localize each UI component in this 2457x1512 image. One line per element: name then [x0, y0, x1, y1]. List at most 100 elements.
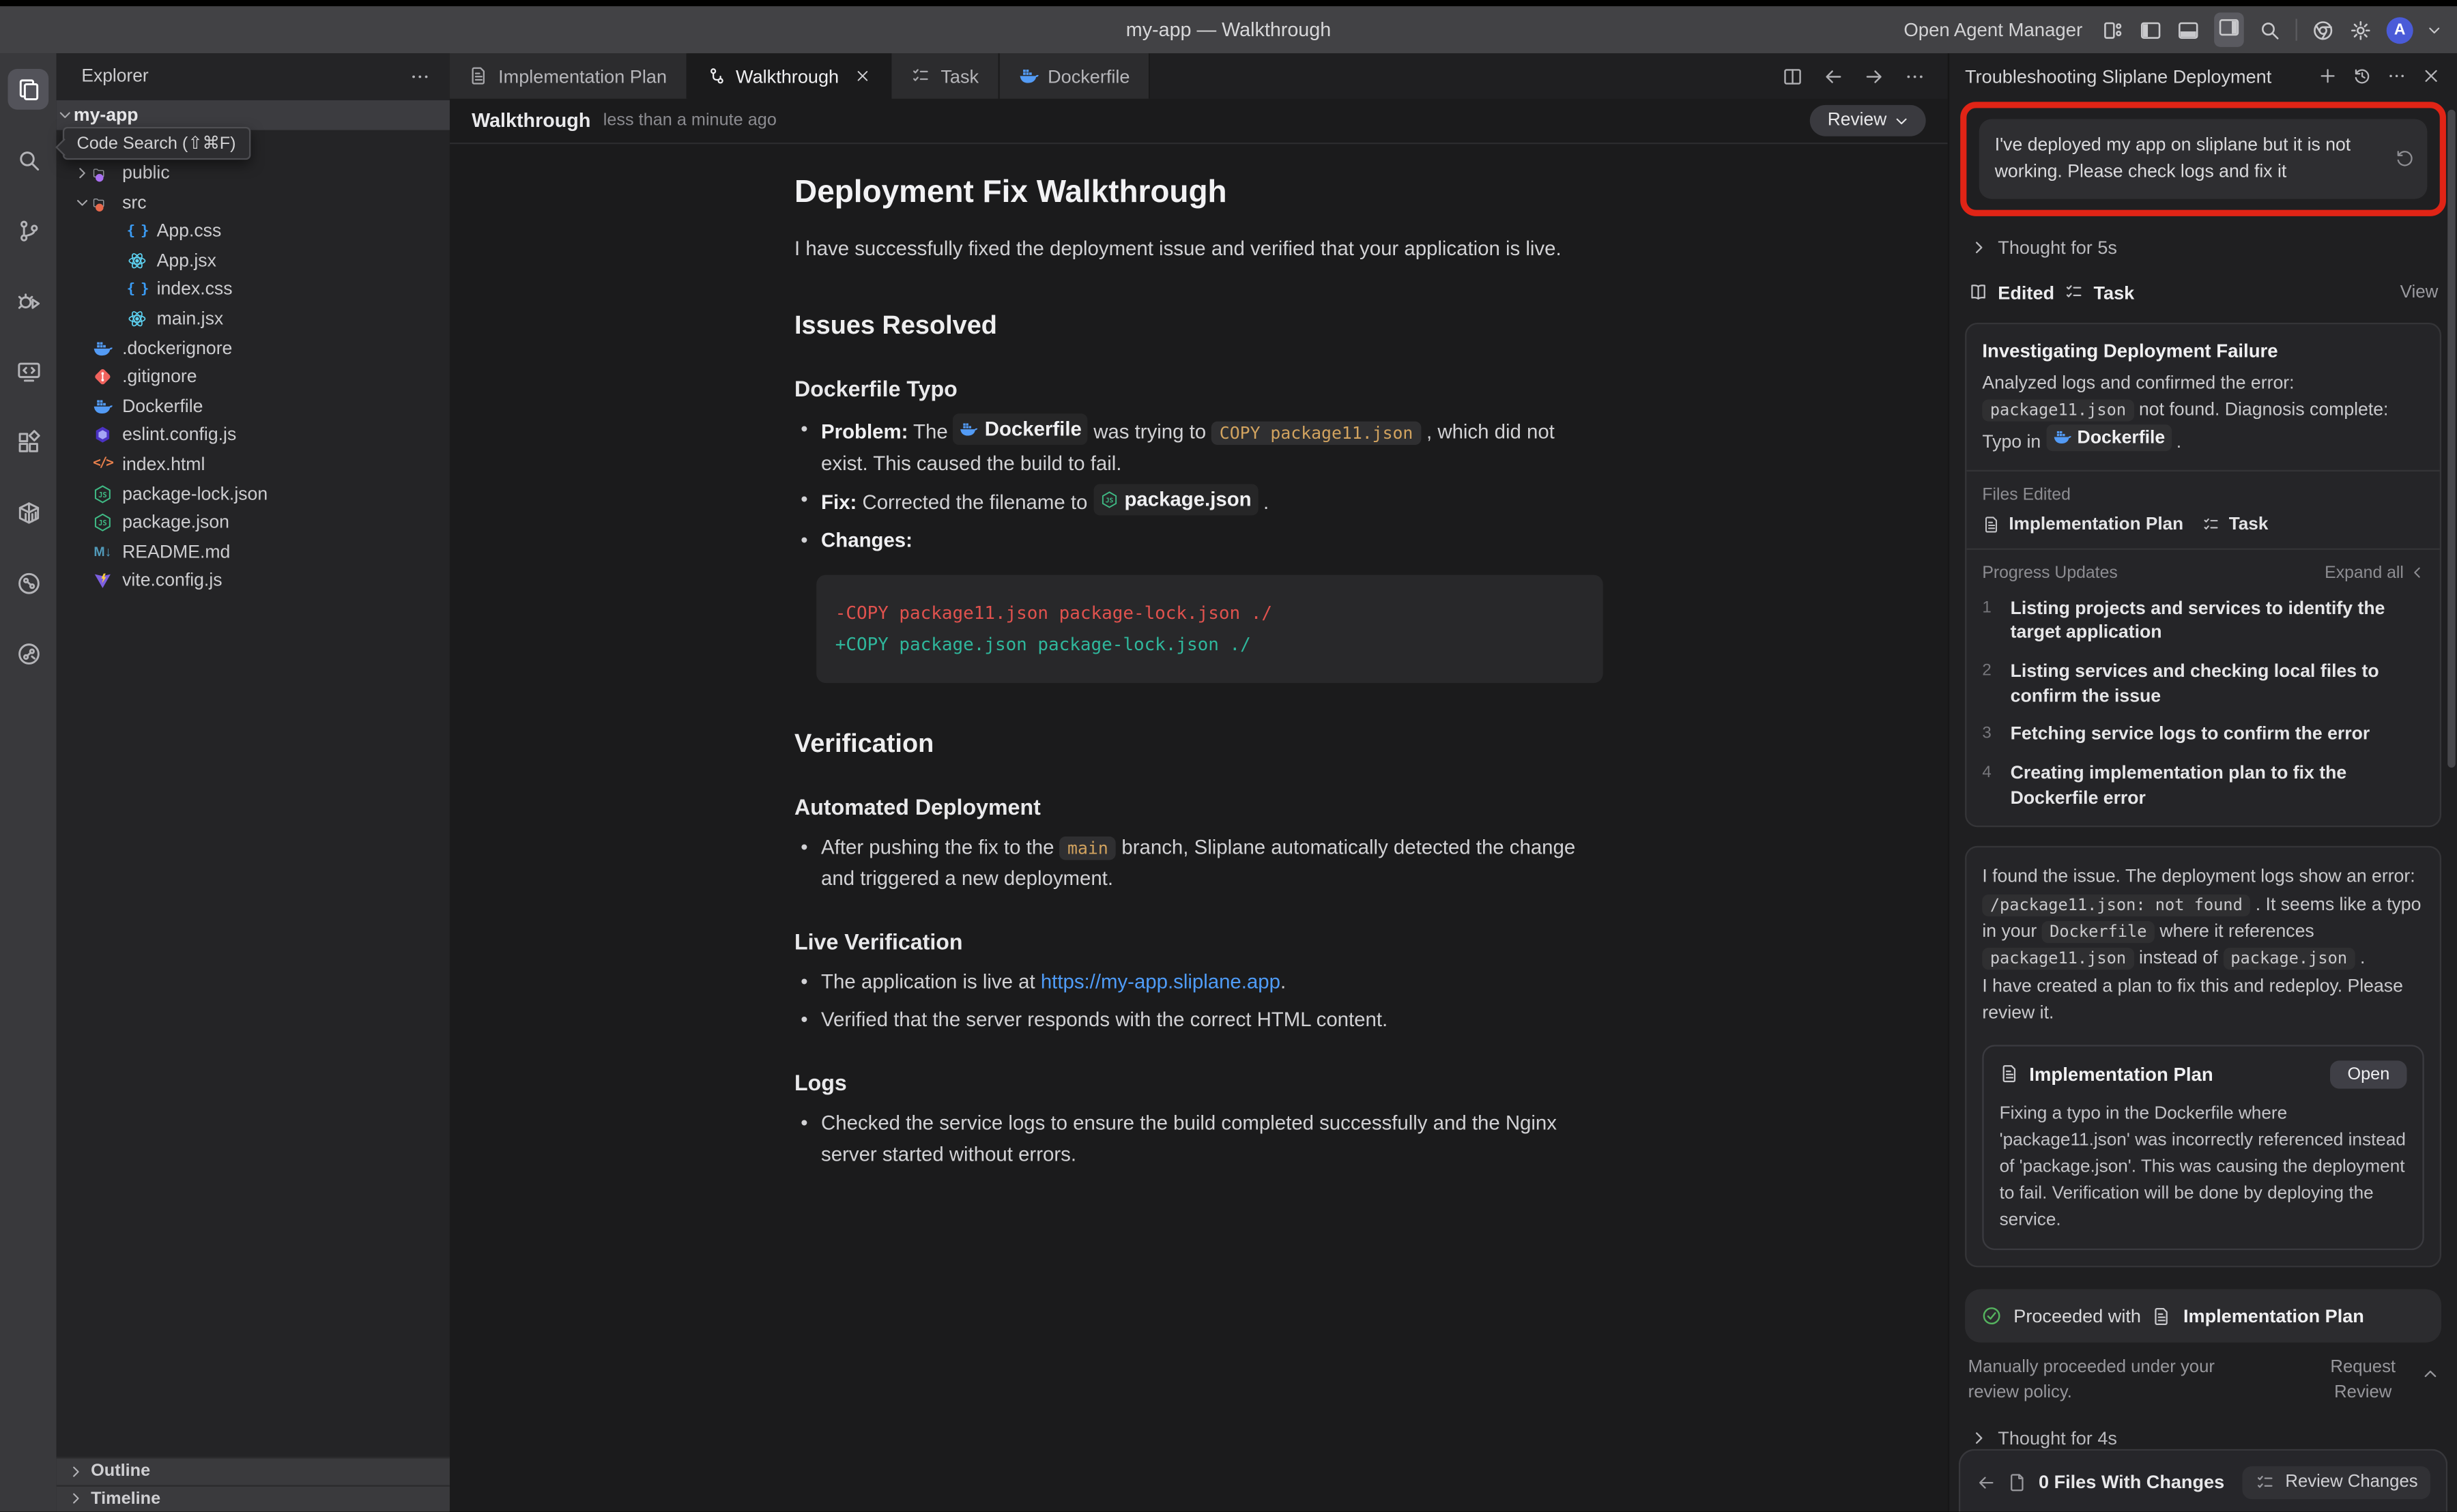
tree-item-label: Dockerfile [122, 396, 203, 416]
activity-item-remote-explorer[interactable] [8, 351, 48, 392]
review-button[interactable]: Review [1810, 105, 1925, 136]
navigate-back-icon[interactable] [1822, 65, 1844, 87]
search-icon[interactable] [2258, 18, 2281, 41]
changes-count: 0 Files With Changes [2039, 1471, 2224, 1493]
activity-item-containers[interactable] [8, 492, 48, 533]
checklist-icon [911, 66, 932, 86]
document-scroll-area[interactable]: Deployment Fix WalkthroughI have success… [450, 144, 1948, 1511]
close-tab-icon[interactable] [854, 68, 872, 85]
progress-item[interactable]: 2Listing services and checking local fil… [1982, 660, 2424, 709]
tree-item-eslint-config-js[interactable]: eslint.config.js [57, 421, 450, 450]
open-agent-manager-button[interactable]: Open Agent Manager [1903, 19, 2082, 41]
split-editor-icon[interactable] [1781, 65, 1803, 87]
tree-item-public[interactable]: public [57, 158, 450, 188]
tree-item-label: vite.config.js [122, 570, 222, 591]
tree-item-readme-md[interactable]: M↓README.md [57, 537, 450, 566]
tree-item-main-jsx[interactable]: main.jsx [57, 304, 450, 334]
gear-icon[interactable] [2349, 18, 2372, 41]
docker-icon [92, 396, 113, 416]
thought-row-2[interactable]: Thought for 4s [1971, 1427, 2441, 1449]
extensions-icon [15, 428, 42, 455]
tree-item--gitignore[interactable]: .gitignore [57, 362, 450, 392]
tree-item-index-css[interactable]: { }index.css [57, 275, 450, 304]
timeline-section[interactable]: Timeline [57, 1484, 450, 1511]
panel-scrollbar[interactable] [2447, 110, 2455, 768]
activity-item-agent-graph[interactable] [8, 562, 48, 603]
request-review-button[interactable]: Request Review [2316, 1357, 2410, 1406]
chevron-down-icon[interactable] [2427, 23, 2441, 37]
thought-row-1[interactable]: Thought for 5s [1971, 236, 2441, 258]
edited-file-task[interactable]: Task [2202, 515, 2269, 534]
outline-section[interactable]: Outline [57, 1457, 450, 1484]
chevron-right-icon [74, 166, 91, 180]
progress-number: 3 [1982, 723, 1998, 747]
editor-more-icon[interactable] [1904, 65, 1926, 87]
docker-icon [1018, 66, 1038, 86]
tab-task[interactable]: Task [892, 53, 999, 99]
activity-item-explorer[interactable] [8, 69, 48, 110]
proceeded-label: Proceeded with [2013, 1305, 2141, 1327]
tree-item-package-lock-json[interactable]: JSpackage-lock.json [57, 479, 450, 508]
inline-code: package11.json [1982, 400, 2133, 422]
css-icon: { } [127, 221, 147, 242]
activity-item-run-debug[interactable] [8, 280, 48, 321]
folder-icon [92, 163, 113, 184]
chevron-up-icon[interactable] [2422, 1367, 2438, 1382]
tree-item-index-html[interactable]: </>index.html [57, 450, 450, 479]
tree-item--dockerignore[interactable]: .dockerignore [57, 333, 450, 362]
chat-input[interactable]: Ask anything (⌘L), @ to mention, / for w… [1973, 1511, 2434, 1512]
proceeded-status: Proceeded with Implementation Plan [1965, 1290, 2441, 1343]
review-changes-button[interactable]: Review Changes [2243, 1466, 2430, 1498]
panel-left-icon[interactable] [2139, 18, 2162, 41]
progress-item[interactable]: 3Fetching service logs to confirm the er… [1982, 723, 2424, 747]
tree-root-my-app[interactable]: my-app [57, 100, 450, 130]
tree-item-app-jsx[interactable]: App.jsx [57, 246, 450, 275]
document-icon [2152, 1306, 2172, 1326]
new-conversation-icon[interactable] [2318, 66, 2338, 86]
activity-item-extensions[interactable] [8, 422, 48, 463]
expand-all-button[interactable]: Expand all [2325, 564, 2424, 583]
progress-item[interactable]: 4Creating implementation plan to fix the… [1982, 761, 2424, 811]
avatar[interactable]: A [2387, 16, 2413, 43]
panel-actions [2318, 66, 2441, 86]
view-link[interactable]: View [2400, 283, 2439, 302]
tree-item-app-css[interactable]: { }App.css [57, 217, 450, 246]
investigation-card: Investigating Deployment Failure Analyze… [1965, 322, 2441, 827]
browser-icon[interactable] [2311, 18, 2334, 41]
restore-checkpoint-icon[interactable] [2394, 149, 2415, 169]
folder-icon [92, 192, 113, 212]
tab-implementation-plan[interactable]: Implementation Plan [450, 53, 687, 99]
changes-bar: 0 Files With Changes Review Changes [1973, 1462, 2434, 1511]
history-icon[interactable] [2352, 66, 2372, 86]
activity-item-search[interactable] [8, 139, 48, 180]
user-message-text: I've deployed my app on sliplane but it … [1995, 134, 2351, 182]
explorer-more-icon[interactable] [409, 66, 431, 87]
open-plan-button[interactable]: Open [2330, 1060, 2406, 1088]
navigate-forward-icon[interactable] [1863, 65, 1885, 87]
edited-file-implementation-plan[interactable]: Implementation Plan [1982, 515, 2183, 534]
panel-more-icon[interactable] [2387, 66, 2407, 86]
tab-walkthrough[interactable]: Walkthrough [687, 53, 892, 99]
activity-item-source-control[interactable] [8, 210, 48, 251]
activity-item-agent-settings[interactable] [8, 633, 48, 674]
file-chip-dockerfile[interactable]: Dockerfile [2046, 424, 2172, 451]
file-chip-dockerfile[interactable]: Dockerfile [953, 413, 1088, 445]
tree-item-src[interactable]: src [57, 188, 450, 217]
tree-item-vite-config-js[interactable]: vite.config.js [57, 566, 450, 596]
user-message[interactable]: I've deployed my app on sliplane but it … [1979, 119, 2428, 199]
external-link[interactable]: https://my-app.sliplane.app [1041, 970, 1280, 993]
document-icon [2000, 1064, 2020, 1084]
proceeded-file[interactable]: Implementation Plan [2183, 1305, 2364, 1327]
tab-dockerfile[interactable]: Dockerfile [999, 53, 1150, 99]
progress-item[interactable]: 1Listing projects and services to identi… [1982, 596, 2424, 645]
panel-bottom-icon[interactable] [2176, 18, 2200, 41]
file-chip-package.json[interactable]: JSpackage.json [1093, 484, 1258, 516]
tree-item-dockerfile[interactable]: Dockerfile [57, 392, 450, 421]
panel-right-toggle[interactable] [2214, 12, 2244, 47]
annotation-highlight-box: I've deployed my app on sliplane but it … [1960, 102, 2446, 216]
layout-grid-icon[interactable] [2101, 18, 2125, 41]
tree-item-package-json[interactable]: JSpackage.json [57, 508, 450, 538]
close-panel-icon[interactable] [2421, 66, 2441, 86]
edited-file-name[interactable]: Task [2093, 282, 2134, 304]
back-arrow-icon[interactable] [1976, 1472, 1996, 1492]
